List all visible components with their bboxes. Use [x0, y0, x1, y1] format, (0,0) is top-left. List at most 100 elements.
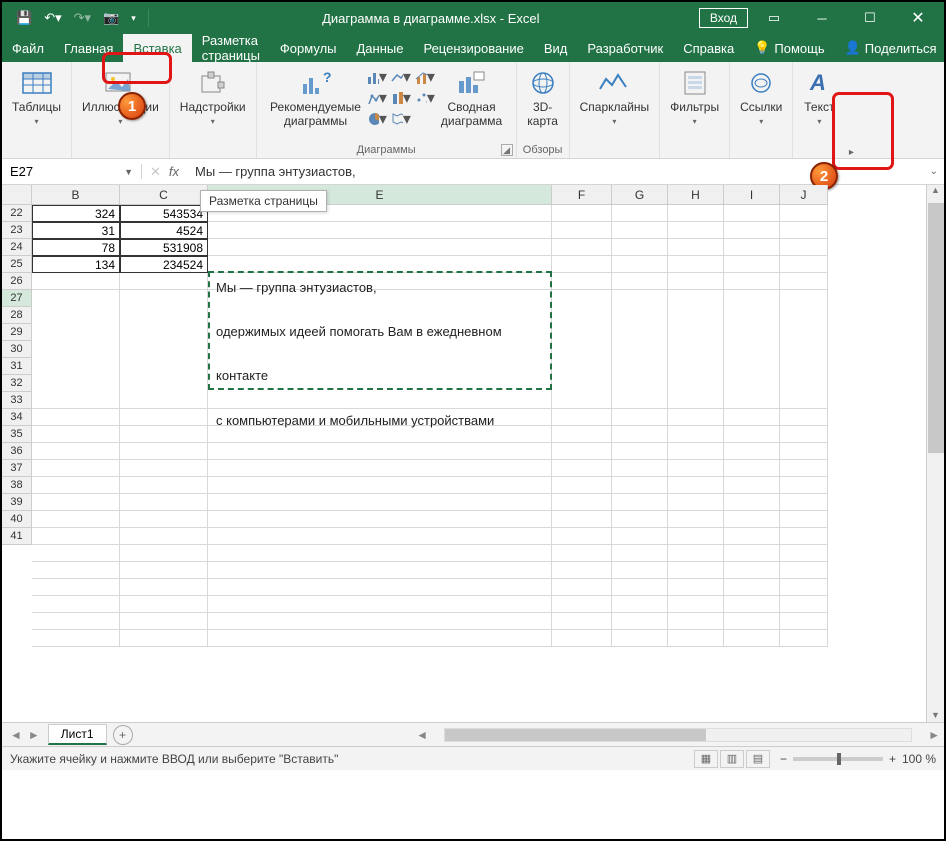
new-sheet-button[interactable]: +: [113, 725, 133, 745]
cell[interactable]: [724, 426, 780, 443]
cell[interactable]: [208, 239, 552, 256]
hscroll-right-icon[interactable]: ►: [924, 728, 944, 742]
cell[interactable]: [724, 460, 780, 477]
cell[interactable]: [612, 579, 668, 596]
cell[interactable]: [724, 511, 780, 528]
cell[interactable]: [32, 409, 120, 426]
links-button[interactable]: Ссылки ▾: [736, 65, 786, 128]
cell[interactable]: [612, 494, 668, 511]
cell[interactable]: 78: [32, 239, 120, 256]
cell[interactable]: [724, 562, 780, 579]
cell[interactable]: [120, 273, 208, 290]
cell[interactable]: [552, 613, 612, 630]
cell[interactable]: [724, 494, 780, 511]
cell[interactable]: [208, 477, 552, 494]
cell[interactable]: [780, 613, 828, 630]
charts-dialog-launcher[interactable]: ◢: [501, 144, 513, 156]
cell[interactable]: [120, 511, 208, 528]
cell[interactable]: [552, 562, 612, 579]
cell[interactable]: [32, 460, 120, 477]
cell[interactable]: [208, 494, 552, 511]
row-header-38[interactable]: 38: [2, 477, 32, 494]
cell[interactable]: [724, 579, 780, 596]
row-header-35[interactable]: 35: [2, 426, 32, 443]
hscroll-left-icon[interactable]: ◄: [412, 728, 432, 742]
cell[interactable]: [32, 477, 120, 494]
tables-button[interactable]: Таблицы ▾: [8, 65, 65, 128]
cell[interactable]: [120, 477, 208, 494]
row-header-36[interactable]: 36: [2, 443, 32, 460]
share-button[interactable]: 👤Поделиться: [835, 34, 946, 62]
cell[interactable]: [724, 256, 780, 273]
normal-view-icon[interactable]: ▦: [694, 750, 718, 768]
cell[interactable]: [612, 290, 668, 409]
cell[interactable]: [668, 460, 724, 477]
cell[interactable]: [612, 222, 668, 239]
cell[interactable]: [208, 613, 552, 630]
cell[interactable]: [668, 545, 724, 562]
zoom-control[interactable]: − + 100 %: [780, 752, 936, 766]
cell[interactable]: [668, 256, 724, 273]
cell[interactable]: [208, 443, 552, 460]
tab-insert[interactable]: Вставка: [123, 34, 191, 62]
cell[interactable]: [208, 511, 552, 528]
cell[interactable]: [780, 562, 828, 579]
cell[interactable]: [208, 630, 552, 647]
row-header-34[interactable]: 34: [2, 409, 32, 426]
cell[interactable]: [208, 596, 552, 613]
cell[interactable]: [552, 426, 612, 443]
vertical-scrollbar[interactable]: ▲ ▼: [926, 185, 944, 722]
cell[interactable]: [724, 290, 780, 409]
cell[interactable]: 4524: [120, 222, 208, 239]
row-header-33[interactable]: 33: [2, 392, 32, 409]
cell[interactable]: [668, 579, 724, 596]
close-icon[interactable]: ✕: [896, 3, 940, 33]
col-header-F[interactable]: F: [552, 185, 612, 205]
cell[interactable]: [120, 613, 208, 630]
cell[interactable]: [32, 596, 120, 613]
sheet-tab[interactable]: Лист1: [48, 724, 107, 745]
cell[interactable]: [552, 273, 612, 290]
row-header-39[interactable]: 39: [2, 494, 32, 511]
col-header-B[interactable]: B: [32, 185, 120, 205]
tell-me[interactable]: 💡Помощь: [744, 34, 834, 62]
redo-icon[interactable]: ↷▾: [74, 10, 91, 26]
col-header-H[interactable]: H: [668, 185, 724, 205]
row-header-40[interactable]: 40: [2, 511, 32, 528]
scatter-chart-icon[interactable]: ▾: [415, 88, 435, 108]
cell[interactable]: 234524: [120, 256, 208, 273]
row-header-27[interactable]: 27: [2, 290, 32, 307]
undo-icon[interactable]: ↶▾: [44, 10, 61, 26]
cell[interactable]: [780, 239, 828, 256]
cell[interactable]: [612, 613, 668, 630]
row-header-41[interactable]: 41: [2, 528, 32, 545]
row-header-28[interactable]: 28: [2, 307, 32, 324]
cancel-edit-icon[interactable]: ✕: [150, 164, 161, 180]
cell[interactable]: [32, 426, 120, 443]
cell[interactable]: [120, 630, 208, 647]
cell[interactable]: [208, 579, 552, 596]
row-header-24[interactable]: 24: [2, 239, 32, 256]
cell[interactable]: [780, 290, 828, 409]
ribbon-display-icon[interactable]: ▭: [752, 3, 796, 33]
zoom-out-icon[interactable]: −: [780, 752, 787, 766]
cell[interactable]: [32, 562, 120, 579]
cell[interactable]: [668, 409, 724, 426]
zoom-in-icon[interactable]: +: [889, 752, 896, 766]
cell[interactable]: [668, 290, 724, 409]
chevron-down-icon[interactable]: ▼: [124, 167, 133, 177]
save-icon[interactable]: 💾: [16, 10, 32, 26]
cell[interactable]: 31: [32, 222, 120, 239]
cell[interactable]: [724, 239, 780, 256]
col-header-J[interactable]: J: [780, 185, 828, 205]
cell[interactable]: [668, 477, 724, 494]
bar-chart-icon[interactable]: ▾: [367, 67, 387, 87]
row-header-30[interactable]: 30: [2, 341, 32, 358]
cell[interactable]: [668, 239, 724, 256]
tab-view[interactable]: Вид: [534, 34, 578, 62]
zoom-level[interactable]: 100 %: [902, 752, 936, 766]
sparklines-button[interactable]: Спарклайны ▾: [576, 65, 654, 128]
cell[interactable]: [612, 511, 668, 528]
tab-data[interactable]: Данные: [347, 34, 414, 62]
ribbon-collapse-icon[interactable]: ▸: [849, 147, 854, 158]
